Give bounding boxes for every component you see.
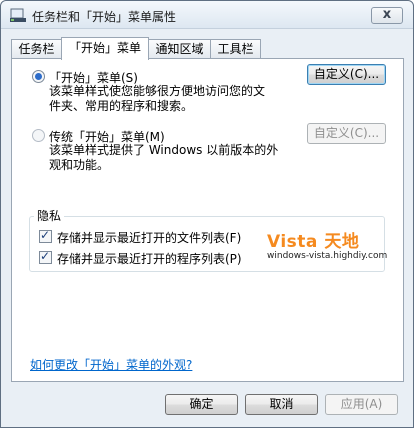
recent-programs-label[interactable]: 存储并显示最近打开的程序列表(P) (57, 250, 242, 267)
start-menu-radio[interactable] (32, 70, 45, 83)
button-label: 自定义(C)... (313, 126, 380, 140)
window-title: 任务栏和「开始」菜单属性 (32, 10, 177, 24)
title-bar[interactable]: 任务栏和「开始」菜单属性 x (1, 1, 413, 29)
watermark-url: windows-vista.highdiy.com (267, 251, 388, 261)
tab-label: 通知区域 (155, 42, 204, 56)
description-line: 该菜单样式使您能够很方便地访问您的文 (49, 84, 266, 98)
tab-label: 工具栏 (217, 42, 254, 56)
description-line: 件夹、常用的程序和搜索。 (49, 99, 194, 113)
ok-button[interactable]: 确定 (165, 394, 238, 415)
apply-button[interactable]: 应用(A) (325, 394, 398, 415)
recent-files-checkbox[interactable] (39, 228, 52, 243)
privacy-group-title: 隐私 (34, 207, 65, 224)
close-button[interactable]: x (371, 7, 403, 24)
classic-menu-radio[interactable] (32, 129, 45, 142)
tab-label: 任务栏 (18, 42, 55, 56)
tab-start-menu[interactable]: 「开始」菜单 (61, 37, 149, 60)
button-label: 应用(A) (340, 397, 383, 411)
watermark-logo: Vista 天地 (267, 232, 360, 252)
description-line: 观和功能。 (49, 158, 110, 172)
start-menu-description: 该菜单样式使您能够很方便地访问您的文 件夹、常用的程序和搜索。 (49, 84, 265, 114)
description-line: 该菜单样式提供了 Windows 以前版本的外 (49, 143, 279, 157)
recent-programs-checkbox[interactable] (39, 249, 52, 264)
properties-dialog: 任务栏和「开始」菜单属性 x 任务栏 「开始」菜单 通知区域 工具栏 「开始」菜… (0, 0, 414, 428)
button-label: 确定 (189, 397, 214, 411)
tab-toolbars[interactable]: 工具栏 (210, 39, 261, 58)
button-label: 自定义(C)... (313, 67, 380, 81)
tab-taskbar[interactable]: 任务栏 (11, 39, 62, 58)
classic-menu-description: 该菜单样式提供了 Windows 以前版本的外 观和功能。 (49, 143, 278, 173)
recent-files-label[interactable]: 存储并显示最近打开的文件列表(F) (57, 229, 241, 246)
customize-classic-menu-button[interactable]: 自定义(C)... (307, 123, 386, 144)
customize-start-menu-button[interactable]: 自定义(C)... (307, 64, 386, 85)
tab-label: 「开始」菜单 (68, 41, 141, 55)
close-icon: x (382, 7, 392, 22)
tab-notification-area[interactable]: 通知区域 (148, 39, 211, 58)
cancel-button[interactable]: 取消 (245, 394, 318, 415)
appearance-help-link[interactable]: 如何更改「开始」菜单的外观? (30, 356, 192, 373)
button-label: 取消 (269, 397, 294, 411)
taskbar-app-icon (10, 8, 26, 22)
